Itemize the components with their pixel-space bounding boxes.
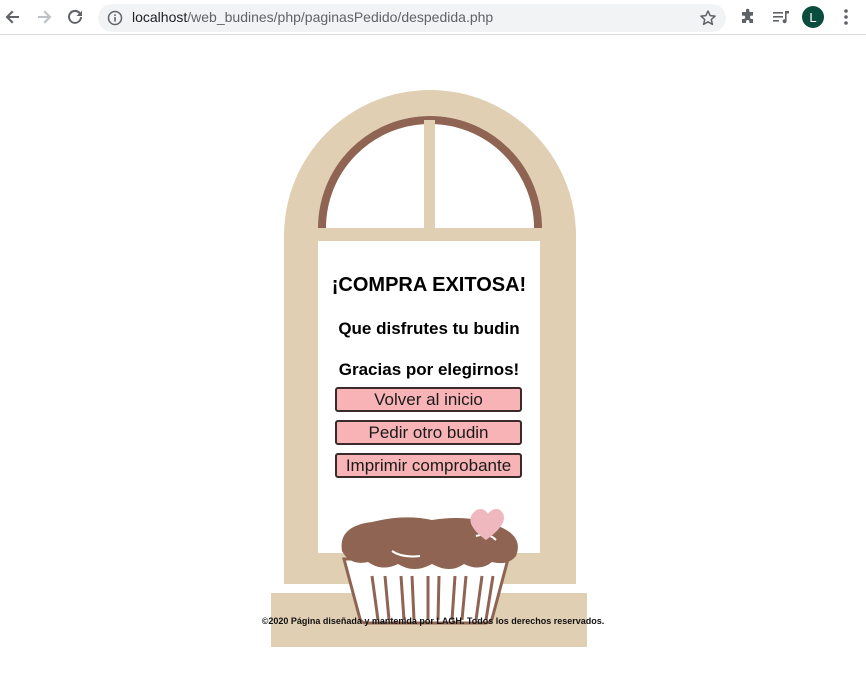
- menu-kebab-icon[interactable]: [836, 7, 856, 27]
- url-host: localhost: [132, 9, 188, 25]
- footer-copyright: ©2020 Página diseñada y mantenida por LA…: [261, 616, 605, 626]
- thanks-text: Gracias por elegirnos!: [338, 360, 520, 379]
- browser-toolbar: localhost/web_budines/php/paginasPedido/…: [0, 0, 866, 35]
- profile-avatar[interactable]: L: [802, 6, 824, 28]
- page-title: ¡COMPRA EXITOSA!: [331, 274, 527, 296]
- print-receipt-button[interactable]: Imprimir comprobante: [335, 453, 522, 478]
- reading-list-icon[interactable]: [771, 7, 791, 27]
- back-icon[interactable]: [1, 5, 25, 29]
- success-card: ¡COMPRA EXITOSA! Que disfrutes tu budin …: [318, 241, 540, 553]
- order-again-button[interactable]: Pedir otro budin: [335, 420, 522, 445]
- extensions-puzzle-icon[interactable]: [738, 7, 758, 27]
- page-content: ¡COMPRA EXITOSA! Que disfrutes tu budin …: [0, 36, 866, 675]
- subtitle-text: Que disfrutes tu budin: [338, 319, 520, 338]
- forward-icon[interactable]: [32, 5, 56, 29]
- address-bar[interactable]: localhost/web_budines/php/paginasPedido/…: [98, 4, 726, 32]
- back-home-button[interactable]: Volver al inicio: [335, 387, 522, 412]
- reload-icon[interactable]: [63, 5, 87, 29]
- url-path: /web_budines/php/paginasPedido/despedida…: [187, 9, 494, 25]
- url-text[interactable]: localhost/web_budines/php/paginasPedido/…: [132, 9, 493, 25]
- profile-initial: L: [809, 9, 817, 25]
- bookmark-star-icon[interactable]: [699, 9, 717, 27]
- window-mullion: [424, 120, 435, 230]
- info-icon[interactable]: [107, 10, 123, 26]
